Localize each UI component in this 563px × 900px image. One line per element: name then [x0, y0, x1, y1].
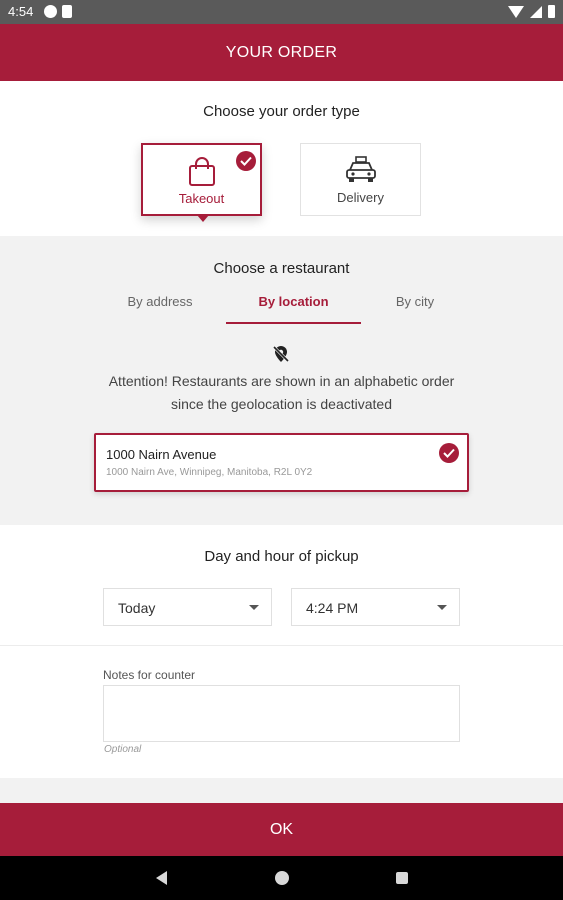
recents-icon[interactable]: [396, 872, 408, 884]
notes-label: Notes for counter: [103, 668, 196, 682]
restaurant-address: 1000 Nairn Ave, Winnipeg, Manitoba, R2L …: [106, 467, 313, 478]
day-value: Today: [118, 600, 156, 616]
hour-select[interactable]: 4:24 PM: [291, 588, 460, 626]
pickup-section: Day and hour of pickup Today 4:24 PM: [0, 525, 563, 645]
selection-pointer: [197, 215, 209, 222]
status-left-icons: [44, 5, 72, 18]
spacer: [0, 778, 563, 803]
order-type-section: Choose your order type Takeout Delivery: [0, 81, 563, 236]
attention-line-1: Attention! Restaurants are shown in an a…: [108, 373, 455, 389]
shopping-bag-icon: [188, 157, 216, 192]
back-icon[interactable]: [156, 871, 167, 885]
status-bar: 4:54: [0, 0, 563, 24]
notes-input[interactable]: [103, 685, 460, 742]
signal-icon: [530, 5, 542, 18]
battery-icon: [548, 5, 555, 18]
location-off-icon: [272, 345, 290, 368]
tab-by-city[interactable]: By city: [361, 294, 469, 309]
restaurant-title: Choose a restaurant: [213, 260, 350, 277]
tab-by-location[interactable]: By location: [226, 294, 361, 309]
notification-p-icon: [44, 5, 57, 18]
dropdown-arrow-icon: [437, 605, 447, 610]
car-icon: [345, 156, 377, 189]
ok-button[interactable]: OK: [0, 803, 563, 856]
navigation-bar: [0, 856, 563, 900]
delivery-label: Delivery: [337, 190, 384, 205]
wifi-icon: [508, 5, 524, 18]
restaurant-card[interactable]: 1000 Nairn Avenue 1000 Nairn Ave, Winnip…: [94, 433, 469, 492]
tab-by-address[interactable]: By address: [94, 294, 226, 309]
active-tab-indicator: [226, 322, 361, 324]
day-select[interactable]: Today: [103, 588, 272, 626]
home-icon[interactable]: [275, 871, 289, 885]
attention-line-2: since the geolocation is deactivated: [170, 396, 393, 412]
pickup-title: Day and hour of pickup: [204, 548, 359, 565]
restaurant-section: Choose a restaurant By address By locati…: [0, 236, 563, 525]
page-title: YOUR ORDER: [225, 43, 338, 61]
dropdown-arrow-icon: [249, 605, 259, 610]
order-type-title: Choose your order type: [203, 103, 360, 120]
app-bar: YOUR ORDER: [0, 24, 563, 81]
sd-card-icon: [62, 5, 72, 18]
check-icon: [439, 443, 459, 463]
hour-value: 4:24 PM: [306, 600, 359, 616]
notes-section: Notes for counter Optional: [0, 646, 563, 778]
status-time: 4:54: [8, 4, 34, 19]
takeout-option[interactable]: Takeout: [141, 143, 262, 222]
delivery-option[interactable]: Delivery: [300, 143, 421, 216]
status-right-icons: [508, 5, 555, 18]
check-icon: [236, 151, 256, 171]
notes-hint: Optional: [104, 744, 142, 755]
restaurant-name: 1000 Nairn Avenue: [106, 447, 217, 462]
takeout-label: Takeout: [178, 191, 225, 206]
